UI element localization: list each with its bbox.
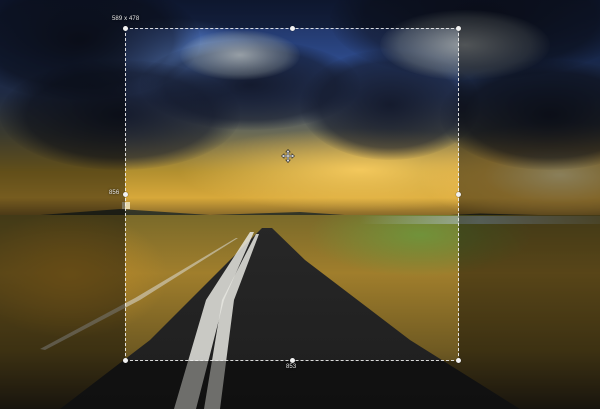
selection-bottom-label: 853 (286, 364, 297, 370)
outside-shade-left (0, 28, 125, 361)
crop-selection[interactable] (125, 28, 459, 361)
selection-size-label: 589 x 478 (112, 16, 140, 22)
outside-shade-top (0, 0, 600, 28)
selection-left-label: 856 (109, 190, 120, 196)
handle-bottom-left[interactable] (123, 358, 128, 363)
image-editor-canvas[interactable]: 589 x 478 856 853 (0, 0, 600, 409)
handle-middle-left[interactable] (123, 192, 128, 197)
outside-shade-bottom (0, 361, 600, 409)
handle-top-center[interactable] (290, 26, 295, 31)
handle-top-right[interactable] (456, 26, 461, 31)
move-cursor-icon (281, 149, 295, 163)
handle-bottom-center[interactable] (290, 358, 295, 363)
handle-middle-right[interactable] (456, 192, 461, 197)
handle-top-left[interactable] (123, 26, 128, 31)
outside-shade-right (459, 28, 600, 361)
handle-bottom-right[interactable] (456, 358, 461, 363)
